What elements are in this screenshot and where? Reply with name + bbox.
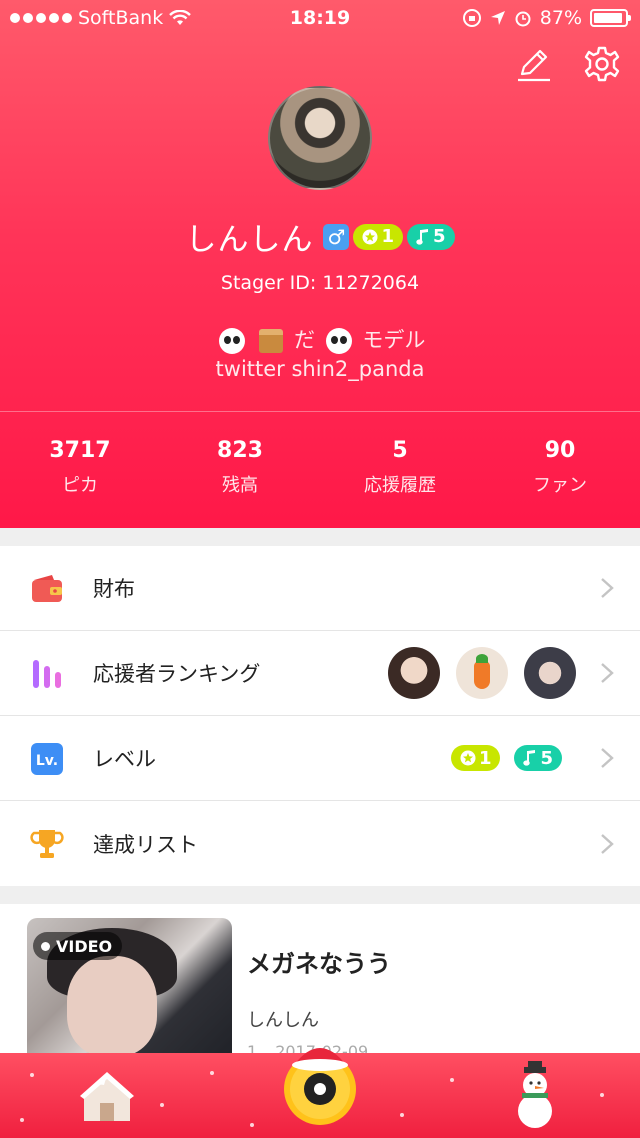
menu-row-ranking[interactable]: 応援者ランキング xyxy=(0,631,640,716)
username: しんしん xyxy=(185,222,314,258)
tab-bar xyxy=(0,1037,640,1138)
status-bar: SoftBank 18:19 87% xyxy=(0,0,640,36)
chevron-right-icon xyxy=(601,748,614,768)
menu-row-wallet[interactable]: 財布 xyxy=(0,546,640,631)
gender-male-badge: ♂ xyxy=(323,223,350,250)
edit-pencil-icon[interactable] xyxy=(514,44,554,84)
profile-header: SoftBank 18:19 87% しんしん ♂ 1 5 Stager ID:… xyxy=(0,0,640,528)
menu-row-level[interactable]: Lv. レベル 1 5 xyxy=(0,716,640,801)
star-level-badge: 1 xyxy=(450,745,501,771)
alarm-icon xyxy=(515,11,531,27)
star-level-badge: 1 xyxy=(353,223,403,250)
music-note-icon xyxy=(416,228,428,245)
battery-icon xyxy=(590,9,631,27)
ranking-avatar-2[interactable] xyxy=(456,647,508,699)
battery-percent: 87% xyxy=(539,7,582,29)
video-title: メガネなうう xyxy=(247,950,391,978)
home-tab-icon[interactable] xyxy=(76,1065,138,1127)
music-level-badge: 5 xyxy=(407,223,455,250)
music-level-badge: 5 xyxy=(514,745,562,771)
star-icon xyxy=(362,229,378,244)
chevron-right-icon xyxy=(601,663,614,683)
chevron-right-icon xyxy=(601,578,614,598)
box-icon xyxy=(259,329,284,353)
stat-support-history[interactable]: 5 応援履歴 xyxy=(320,438,480,497)
location-icon xyxy=(490,11,505,25)
menu-label-wallet: 財布 xyxy=(93,577,135,601)
stat-balance[interactable]: 823 残高 xyxy=(160,438,320,497)
video-author: しんしん xyxy=(247,1010,319,1031)
trophy-icon xyxy=(30,830,64,858)
music-note-icon xyxy=(523,750,536,766)
name-row: しんしん ♂ 1 5 xyxy=(0,214,640,259)
orientation-lock-icon xyxy=(462,9,481,27)
ranking-avatars xyxy=(388,647,576,699)
stager-id: Stager ID: 11272064 xyxy=(220,272,420,294)
ranking-avatar-3[interactable] xyxy=(524,647,576,699)
svg-text:Lv.: Lv. xyxy=(36,753,58,769)
panda-icon xyxy=(218,328,245,354)
stat-fans[interactable]: 90 ファン xyxy=(480,438,640,497)
snowman-tab-icon[interactable] xyxy=(510,1061,560,1131)
video-badge: VIDEO xyxy=(33,932,123,960)
profile-bio: だ モデル twitter shin2_panda xyxy=(0,326,640,384)
camera-live-tab-icon[interactable] xyxy=(280,1037,360,1127)
menu-label-level: レベル xyxy=(93,747,156,771)
level-icon: Lv. xyxy=(31,743,63,775)
wallet-icon xyxy=(32,575,62,602)
video-thumbnail[interactable]: VIDEO xyxy=(27,918,232,1064)
profile-avatar[interactable] xyxy=(268,86,372,190)
stats-row: 3717 ピカ 823 残高 5 応援履歴 90 ファン xyxy=(0,438,640,497)
level-badges: 1 5 xyxy=(450,745,562,771)
bio-line-2: twitter shin2_panda xyxy=(215,357,425,381)
gear-icon[interactable] xyxy=(582,44,622,84)
ranking-avatar-1[interactable] xyxy=(388,647,440,699)
header-divider xyxy=(0,411,640,412)
menu-label-achievements: 達成リスト xyxy=(93,832,198,857)
chevron-right-icon xyxy=(601,833,614,854)
stat-pika[interactable]: 3717 ピカ xyxy=(0,438,160,497)
ranking-bars-icon xyxy=(33,660,61,688)
panda-icon xyxy=(325,328,352,354)
menu-row-achievements[interactable]: 達成リスト xyxy=(0,801,640,886)
star-icon xyxy=(460,750,476,766)
profile-menu: 財布 応援者ランキング Lv. レベル 1 5 達成リスト xyxy=(0,546,640,886)
bio-line-1: だ モデル xyxy=(0,326,640,355)
menu-label-ranking: 応援者ランキング xyxy=(93,662,261,686)
